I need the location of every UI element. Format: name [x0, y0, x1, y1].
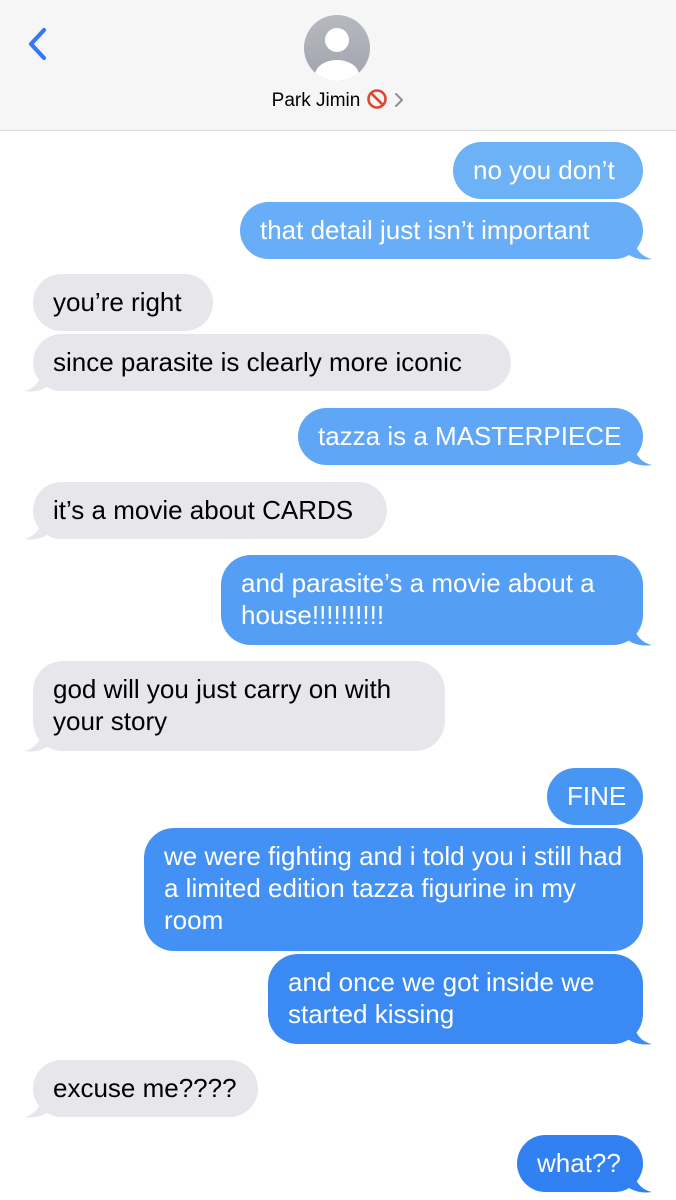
received-bubble-tail	[24, 729, 52, 752]
sent-bubble-tail	[624, 623, 652, 646]
received-bubble-tail	[24, 1095, 52, 1118]
message-bubble-sent[interactable]: and parasite’s a movie about a house!!!!…	[221, 555, 643, 645]
sent-bubble-tail	[624, 237, 652, 260]
received-bubble-tail	[24, 369, 52, 392]
chevron-right-icon	[394, 92, 404, 114]
back-button[interactable]	[22, 24, 54, 64]
avatar[interactable]	[304, 15, 370, 81]
message-bubble-received[interactable]: it’s a movie about CARDS	[33, 482, 387, 539]
person-silhouette-icon	[315, 28, 359, 81]
message-bubble-received[interactable]: god will you just carry on with your sto…	[33, 661, 445, 751]
message-bubble-received[interactable]: excuse me????	[33, 1060, 258, 1117]
message-bubble-sent[interactable]: that detail just isn’t important	[240, 202, 643, 259]
contact-name: Park Jimin	[271, 90, 361, 111]
message-bubble-sent[interactable]: we were fighting and i told you i still …	[144, 828, 643, 951]
sent-bubble-tail	[624, 1022, 652, 1045]
message-bubble-sent[interactable]: FINE	[547, 768, 643, 825]
message-bubble-sent[interactable]: and once we got inside we started kissin…	[268, 954, 643, 1044]
message-bubble-sent[interactable]: tazza is a MASTERPIECE	[298, 408, 643, 465]
conversation-header: Park Jimin	[0, 0, 676, 131]
chevron-left-icon	[28, 27, 47, 61]
received-bubble-tail	[24, 517, 52, 540]
sent-bubble-tail	[624, 1170, 652, 1193]
no-entry-icon	[366, 88, 388, 116]
message-bubble-sent[interactable]: no you don’t	[453, 142, 643, 199]
message-bubble-received[interactable]: you’re right	[33, 274, 213, 331]
message-bubble-received[interactable]: since parasite is clearly more iconic	[33, 334, 511, 391]
contact-name-button[interactable]: Park Jimin	[0, 88, 676, 116]
message-thread: no you don’t that detail just isn’t impo…	[0, 131, 676, 1200]
sent-bubble-tail	[624, 443, 652, 466]
